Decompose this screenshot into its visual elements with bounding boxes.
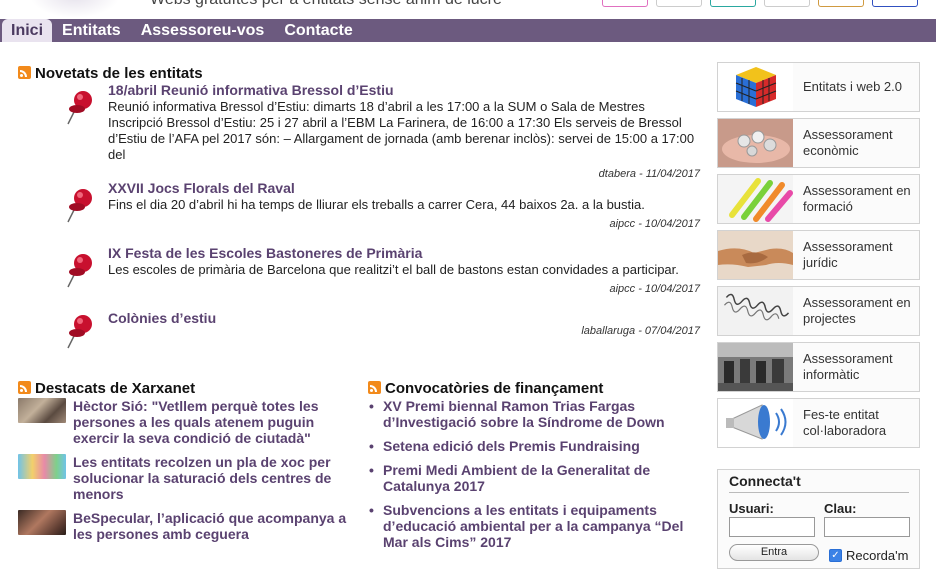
nav-assessoreu-vos[interactable]: Assessoreu-vos [131,19,275,42]
news-section-label: Novetats de les entitats [35,65,203,82]
nav-inici[interactable]: Inici [2,19,53,42]
sidebar-item-projectes[interactable]: Assessorament en projectes [717,286,920,336]
sidebar-item-informatic[interactable]: Assessorament informàtic [717,342,920,392]
divider [729,492,909,493]
logo-swirl [30,0,120,18]
destacat-item: Hèctor Sió: "Vetllem perquè totes les pe… [18,398,358,446]
news-date: - 10/04/2017 [635,283,700,295]
sidebar-item-label: Assessorament en formació [803,183,911,214]
header-strip: Webs gratuïtes per a entitats sense ànim… [0,0,936,20]
sidebar-item-label: Assessorament informàtic [803,351,893,382]
destacat-item: BeSpecular, l’aplicació que acompanya a … [18,510,358,542]
news-item: 18/abril Reunió informativa Bressol d’Es… [66,82,700,180]
rss-icon[interactable] [18,381,31,394]
social-icon[interactable] [764,0,810,7]
news-body: Reunió informativa Bressol d’Estiu: dima… [108,99,695,162]
convocatoria-item[interactable]: Setena edició dels Premis Fundraising [368,438,698,454]
sidebar-item-label: Entitats i web 2.0 [803,79,902,94]
news-meta: dtabera - 11/04/2017 [108,167,700,181]
social-icon[interactable] [872,0,918,7]
news-author[interactable]: aipcc [609,218,635,230]
destacat-title[interactable]: Les entitats recolzen un pla de xoc per … [73,454,358,502]
news-item: XXVII Jocs Florals del Raval Fins el dia… [66,180,700,245]
destacats-list: Hèctor Sió: "Vetllem perquè totes les pe… [18,398,358,550]
news-meta: aipcc - 10/04/2017 [108,217,700,231]
news-date: - 11/04/2017 [635,168,700,180]
rss-icon[interactable] [368,381,381,394]
social-icon[interactable] [602,0,648,7]
sidebar: Entitats i web 2.0 Assessorament econòmi… [717,62,920,454]
news-title[interactable]: 18/abril Reunió informativa Bressol d’Es… [108,82,700,99]
sidebar-item-web20[interactable]: Entitats i web 2.0 [717,62,920,112]
computer-room-icon [718,343,793,391]
convocatoria-item[interactable]: XV Premi biennal Ramon Trias Fargas d’In… [368,398,698,430]
rss-icon[interactable] [18,66,31,79]
rubik-cube-icon [718,63,793,111]
news-body: Fins el dia 20 d’abril hi ha temps de ll… [108,197,645,212]
social-icon[interactable] [710,0,756,7]
convocatories-list: XV Premi biennal Ramon Trias Fargas d’In… [368,398,698,558]
login-box: Connecta't Usuari: Clau: Entra ✓ Recorda… [717,469,920,569]
handshake-icon [718,231,793,279]
convocatoria-item[interactable]: Premi Medi Ambient de la Generalitat de … [368,462,698,494]
top-icon-row [602,0,918,7]
coins-icon [718,119,793,167]
sidebar-item-collaboradora[interactable]: Fes-te entitat col·laboradora [717,398,920,448]
news-author[interactable]: dtabera [599,168,636,180]
meeting-photo-thumb[interactable] [18,398,66,423]
news-date: - 10/04/2017 [635,218,700,230]
nav-entitats[interactable]: Entitats [52,19,131,42]
sidebar-item-label: Assessorament jurídic [803,239,893,270]
pass-label: Clau: [824,501,857,516]
destacat-title[interactable]: BeSpecular, l’aplicació que acompanya a … [73,510,358,542]
children-illustration-thumb[interactable] [18,454,66,479]
nav-contacte[interactable]: Contacte [274,19,362,42]
destacats-section-title: Destacats de Xarxanet [18,380,195,397]
destacats-section-label: Destacats de Xarxanet [35,380,196,397]
social-icon[interactable] [656,0,702,7]
social-icon[interactable] [818,0,864,7]
news-date: - 07/04/2017 [635,325,700,337]
convocatories-section-label: Convocatòries de finançament [385,380,604,397]
username-input[interactable] [729,517,815,537]
destacat-item: Les entitats recolzen un pla de xoc per … [18,454,358,502]
sidebar-item-label: Assessorament en projectes [803,295,911,326]
login-button[interactable]: Entra [729,544,819,561]
convocatoria-item[interactable]: Subvencions a les entitats i equipaments… [368,502,698,550]
destacat-title[interactable]: Hèctor Sió: "Vetllem perquè totes les pe… [73,398,358,446]
password-input[interactable] [824,517,910,537]
sidebar-item-label: Fes-te entitat col·laboradora [803,407,887,438]
megaphone-icon [718,399,793,447]
news-author[interactable]: aipcc [609,283,635,295]
pushpin-icon [67,91,92,125]
main-nav: Inici Entitats Assessoreu-vos Contacte [0,19,936,42]
login-title: Connecta't [729,473,801,489]
news-list: 18/abril Reunió informativa Bressol d’Es… [66,82,700,350]
user-label: Usuari: [729,501,774,516]
pushpin-icon [67,315,92,349]
remember-checkbox[interactable]: ✓ [829,549,842,562]
hands-phone-photo-thumb[interactable] [18,510,66,535]
news-section-title: Novetats de les entitats [18,65,203,82]
sidebar-item-label: Assessorament econòmic [803,127,893,158]
pushpin-icon [67,254,92,288]
news-title[interactable]: IX Festa de les Escoles Bastoneres de Pr… [108,245,700,262]
highlighters-icon [718,175,793,223]
sidebar-item-formacio[interactable]: Assessorament en formació [717,174,920,224]
remember-label: Recorda'm [846,548,909,563]
news-body: Les escoles de primària de Barcelona que… [108,262,679,277]
site-tagline: Webs gratuïtes per a entitats sense ànim… [150,0,502,9]
news-author[interactable]: laballaruga [581,325,635,337]
news-item: Colònies d’estiu laballaruga - 07/04/201… [66,310,700,350]
convocatories-section-title: Convocatòries de finançament [368,380,603,397]
sidebar-item-juridic[interactable]: Assessorament jurídic [717,230,920,280]
news-title[interactable]: XXVII Jocs Florals del Raval [108,180,700,197]
pushpin-icon [67,189,92,223]
spiral-spring-icon [718,287,793,335]
news-meta: aipcc - 10/04/2017 [108,282,700,296]
news-item: IX Festa de les Escoles Bastoneres de Pr… [66,245,700,310]
sidebar-item-economic[interactable]: Assessorament econòmic [717,118,920,168]
